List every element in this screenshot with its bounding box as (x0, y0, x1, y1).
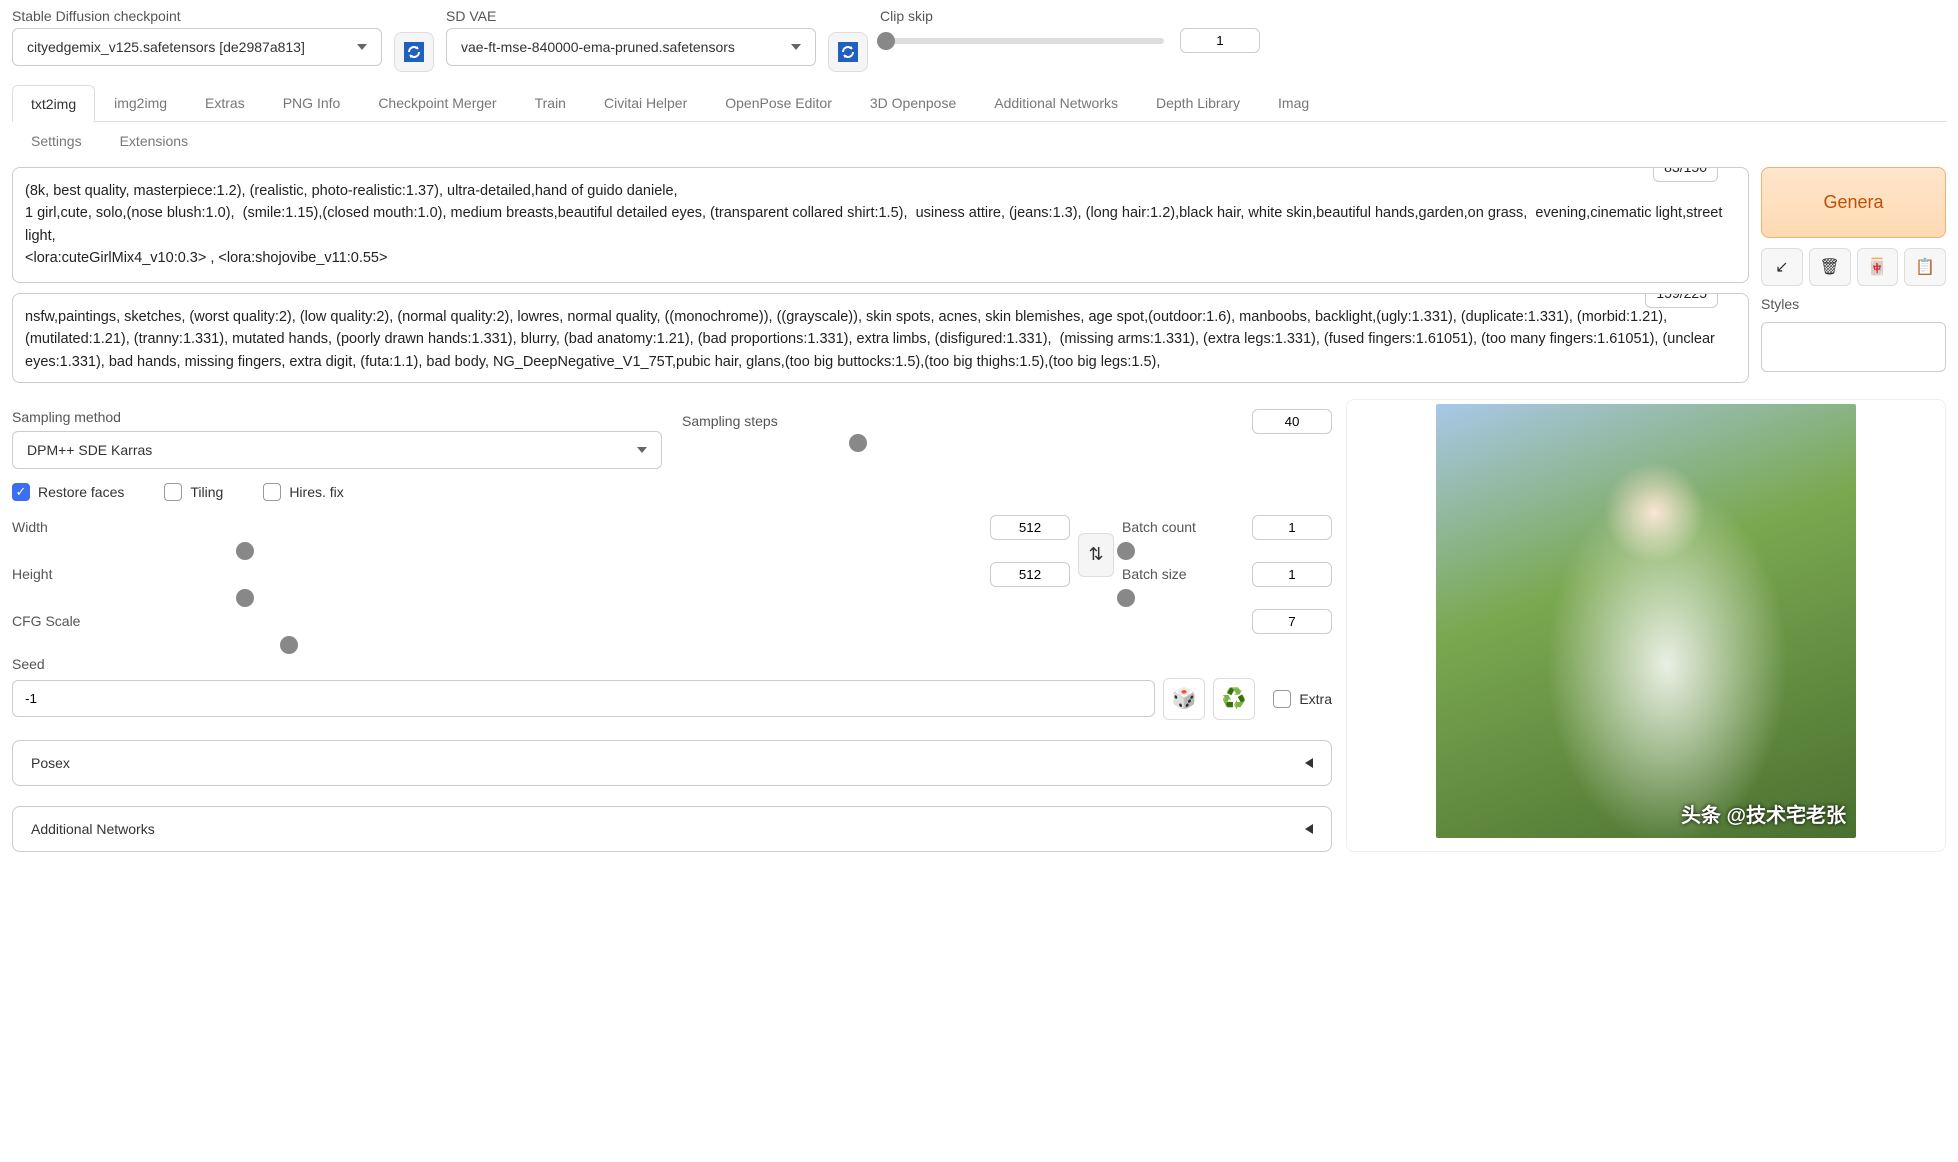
main-tabs: txt2img img2img Extras PNG Info Checkpoi… (12, 84, 1946, 122)
styles-label: Styles (1761, 296, 1946, 312)
width-label: Width (12, 519, 48, 535)
negative-token-counter: 159/225 (1645, 293, 1718, 308)
styles-dropdown[interactable] (1761, 322, 1946, 372)
tab-openpose[interactable]: OpenPose Editor (706, 84, 851, 121)
width-input[interactable] (990, 515, 1070, 540)
cfg-label: CFG Scale (12, 613, 80, 629)
reuse-seed-button[interactable]: ♻️ (1213, 678, 1255, 720)
paste-button[interactable]: 📋 (1904, 248, 1946, 286)
tab-extras[interactable]: Extras (186, 84, 264, 121)
vae-label: SD VAE (446, 8, 816, 24)
prompt-text: (8k, best quality, masterpiece:1.2), (re… (25, 180, 1736, 270)
negative-prompt-textarea[interactable]: 159/225 nsfw,paintings, sketches, (worst… (12, 293, 1749, 383)
chevron-down-icon (357, 44, 367, 50)
swap-icon: ⇅ (1088, 544, 1103, 565)
addnet-label: Additional Networks (31, 821, 155, 837)
tab-train[interactable]: Train (516, 84, 585, 121)
clipskip-label: Clip skip (880, 8, 1260, 24)
generate-button[interactable]: Genera (1761, 167, 1946, 238)
tab-3dopenpose[interactable]: 3D Openpose (851, 84, 975, 121)
sampling-method-dropdown[interactable]: DPM++ SDE Karras (12, 431, 662, 469)
chevron-down-icon (637, 447, 647, 453)
tiling-label: Tiling (190, 484, 223, 500)
prompt-token-counter: 83/150 (1653, 167, 1718, 182)
chevron-down-icon (791, 44, 801, 50)
seed-label: Seed (12, 656, 1332, 672)
extra-seed-label: Extra (1299, 691, 1332, 707)
negative-text: nsfw,paintings, sketches, (worst quality… (25, 306, 1736, 373)
recycle-icon: ♻️ (1222, 686, 1247, 711)
checkbox-icon (263, 483, 281, 501)
random-seed-button[interactable]: 🎲 (1163, 678, 1205, 720)
checkbox-icon (164, 483, 182, 501)
hires-fix-label: Hires. fix (289, 484, 343, 500)
batch-count-label: Batch count (1122, 519, 1196, 535)
checkpoint-label: Stable Diffusion checkpoint (12, 8, 382, 24)
tab-txt2img[interactable]: txt2img (12, 85, 95, 122)
additional-networks-accordion[interactable]: Additional Networks (12, 806, 1332, 852)
restore-faces-checkbox[interactable]: ✓ Restore faces (12, 483, 124, 501)
swap-dimensions-button[interactable]: ⇅ (1078, 533, 1114, 577)
hires-fix-checkbox[interactable]: Hires. fix (263, 483, 343, 501)
batch-size-input[interactable] (1252, 562, 1332, 587)
restore-faces-label: Restore faces (38, 484, 124, 500)
tab-civitai[interactable]: Civitai Helper (585, 84, 706, 121)
sampling-method-label: Sampling method (12, 409, 662, 425)
arrow-down-left-icon: ↙ (1775, 259, 1788, 276)
trash-icon: 🗑 (1819, 259, 1839, 276)
extra-seed-checkbox[interactable]: Extra (1273, 690, 1332, 708)
output-gallery[interactable]: 头条 @技术宅老张 (1346, 399, 1946, 852)
dice-icon: 🎲 (1172, 686, 1197, 711)
clear-button[interactable]: 🗑 (1809, 248, 1851, 286)
tab-addnet[interactable]: Additional Networks (975, 84, 1137, 121)
extra-networks-button[interactable]: 🀄 (1857, 248, 1899, 286)
tab-imag[interactable]: Imag (1259, 84, 1328, 121)
clipskip-input[interactable] (1180, 28, 1260, 53)
checkbox-checked-icon: ✓ (12, 483, 30, 501)
batch-size-label: Batch size (1122, 566, 1187, 582)
tab-extensions[interactable]: Extensions (101, 122, 207, 159)
height-input[interactable] (990, 562, 1070, 587)
cfg-input[interactable] (1252, 609, 1332, 634)
triangle-left-icon (1305, 758, 1313, 768)
height-label: Height (12, 566, 52, 582)
triangle-left-icon (1305, 824, 1313, 834)
checkbox-icon (1273, 690, 1291, 708)
refresh-vae-button[interactable] (828, 32, 868, 72)
tab-pnginfo[interactable]: PNG Info (264, 84, 360, 121)
tiling-checkbox[interactable]: Tiling (164, 483, 223, 501)
tab-img2img[interactable]: img2img (95, 84, 186, 121)
checkpoint-value: cityedgemix_v125.safetensors [de2987a813… (27, 39, 305, 55)
refresh-icon (836, 40, 860, 64)
sampling-steps-input[interactable] (1252, 409, 1332, 434)
seed-input[interactable] (12, 680, 1155, 717)
tab-ckptmerger[interactable]: Checkpoint Merger (359, 84, 515, 121)
vae-dropdown[interactable]: vae-ft-mse-840000-ema-pruned.safetensors (446, 28, 816, 66)
output-image[interactable]: 头条 @技术宅老张 (1436, 404, 1856, 838)
watermark-text: 头条 @技术宅老张 (1681, 799, 1846, 828)
card-icon: 🀄 (1867, 259, 1887, 276)
posex-accordion[interactable]: Posex (12, 740, 1332, 786)
prompt-textarea[interactable]: 83/150 (8k, best quality, masterpiece:1.… (12, 167, 1749, 283)
checkpoint-dropdown[interactable]: cityedgemix_v125.safetensors [de2987a813… (12, 28, 382, 66)
tab-settings[interactable]: Settings (12, 122, 101, 159)
sampling-method-value: DPM++ SDE Karras (27, 442, 152, 458)
interrogate-button[interactable]: ↙ (1761, 248, 1803, 286)
refresh-checkpoint-button[interactable] (394, 32, 434, 72)
clipboard-icon: 📋 (1915, 259, 1935, 276)
clipskip-slider[interactable] (880, 38, 1164, 44)
refresh-icon (402, 40, 426, 64)
posex-label: Posex (31, 755, 70, 771)
batch-count-input[interactable] (1252, 515, 1332, 540)
sampling-steps-label: Sampling steps (682, 413, 778, 429)
tab-depth[interactable]: Depth Library (1137, 84, 1259, 121)
vae-value: vae-ft-mse-840000-ema-pruned.safetensors (461, 39, 735, 55)
